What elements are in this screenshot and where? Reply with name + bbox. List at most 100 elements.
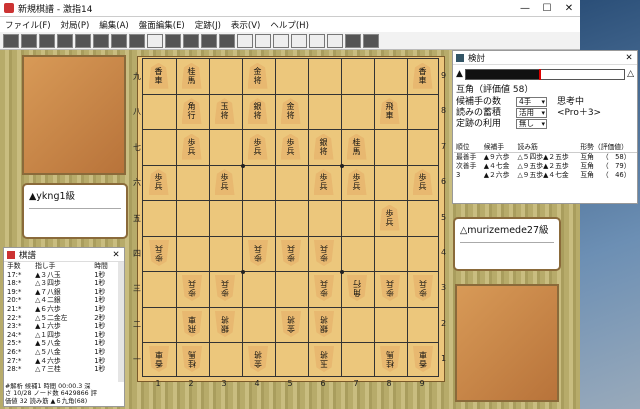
move-number: 17:* <box>7 270 22 279</box>
menu-joseki[interactable]: 定跡(J) <box>190 19 226 31</box>
minimize-button[interactable]: — <box>514 0 536 17</box>
gote-player-name: △murizemede27級 <box>460 225 549 236</box>
evaluation-status: 互角（評価値 58） <box>456 85 534 95</box>
grid-line <box>208 59 210 376</box>
candidate-count-select[interactable]: 4手 <box>516 97 547 107</box>
save-icon[interactable] <box>39 33 55 48</box>
rank-label: 一 <box>133 355 141 365</box>
move-cell: ▲４七金 <box>483 162 510 170</box>
file-label-bottom: 5 <box>287 379 293 388</box>
menu-file[interactable]: ファイル(F) <box>0 19 56 31</box>
tool-icon[interactable] <box>201 33 217 48</box>
table-row[interactable]: 最善手 ▲９六歩 △５四歩▲２五歩 互角 （ 58） <box>454 153 637 163</box>
gote-mark: △ <box>627 69 634 79</box>
candidate-table: 順位 候補手 読み筋 形勢（評価値） 最善手 ▲９六歩 △５四歩▲２五歩 互角（58）… <box>454 143 637 180</box>
kifu-scrollbar[interactable] <box>118 262 124 382</box>
menu-view[interactable]: 表示(V) <box>226 19 265 31</box>
grid-line <box>241 59 243 376</box>
next-icon[interactable] <box>291 33 307 48</box>
kifu-row[interactable]: 27:* ▲４六歩 1秒 <box>6 357 120 366</box>
back-icon[interactable] <box>255 33 271 48</box>
last-move-icon[interactable] <box>327 33 343 48</box>
maximize-button[interactable]: ☐ <box>536 0 558 17</box>
move: △５八金 <box>35 347 61 356</box>
file-label-right: 5 <box>441 212 447 222</box>
grid-line <box>340 59 342 376</box>
paren-cell: （ <box>601 153 609 161</box>
move: ▲６六歩 <box>35 304 61 313</box>
tool-icon[interactable] <box>57 33 73 48</box>
kifu-row[interactable]: 17:* ▲３八玉 1秒 <box>6 271 120 280</box>
kifu-row[interactable]: 22:* △５二金左 2秒 <box>6 314 120 323</box>
grid-line <box>143 129 438 131</box>
tool-icon[interactable] <box>111 33 127 48</box>
tool-icon[interactable] <box>165 33 181 48</box>
star-point <box>339 163 344 168</box>
forward-icon[interactable] <box>309 33 325 48</box>
tool-icon[interactable] <box>93 33 109 48</box>
tool-icon[interactable] <box>75 33 91 48</box>
file-label-right: 9 <box>441 70 447 80</box>
move: ▲３八玉 <box>35 270 61 279</box>
kifu-row[interactable]: 21:* ▲６六歩 1秒 <box>6 305 120 314</box>
tool-icon[interactable] <box>219 33 235 48</box>
kifu-row[interactable]: 23:* ▲１六歩 1秒 <box>6 322 120 331</box>
gote-player-box: △murizemede27級 <box>453 217 561 271</box>
kifu-row[interactable]: 25:* ▲５八金 1秒 <box>6 339 120 348</box>
column-header: 候補手 <box>481 143 516 153</box>
first-move-icon[interactable] <box>237 33 253 48</box>
close-button[interactable]: ✕ <box>558 0 580 17</box>
window-title: 新規棋譜 - 激指14 <box>18 4 93 15</box>
situation-cell: 互角 <box>580 162 594 170</box>
rank-cell: 3 <box>456 171 461 179</box>
flip-board-icon[interactable] <box>345 33 361 48</box>
move-number: 19:* <box>7 287 22 296</box>
tool-icon[interactable] <box>363 33 379 48</box>
column-header: 順位 <box>454 143 482 153</box>
joseki-select[interactable]: 無し <box>516 119 547 129</box>
line-cell: △９五歩▲２五歩 <box>517 162 569 170</box>
file-label-right: 6 <box>441 177 447 187</box>
menu-help[interactable]: ヘルプ(H) <box>265 19 314 31</box>
file-label-bottom: 1 <box>155 379 161 388</box>
menu-edit[interactable]: 編集(A) <box>94 19 133 31</box>
time: 1秒 <box>94 365 106 374</box>
kifu-row[interactable]: 26:* △５八金 1秒 <box>6 348 120 357</box>
move-number: 22:* <box>7 313 22 322</box>
menu-board-edit[interactable]: 盤面編集(E) <box>134 19 190 31</box>
file-label-bottom: 8 <box>386 379 392 388</box>
sente-piece-stand <box>455 284 559 402</box>
paren-cell: （ <box>601 171 609 179</box>
kifu-row[interactable]: 28:* △７三桂 1秒 <box>6 365 120 374</box>
column-header: 形勢（評価値） <box>578 143 637 153</box>
paren-cell: （ <box>601 162 609 170</box>
analysis-status: #解析 候補1 時間 00:00.3 深 さ 10/28 ノード数 642986… <box>5 382 123 405</box>
table-row[interactable]: 3 ▲２六歩 △９五歩▲４七金 互角 （ 46） <box>454 171 637 180</box>
open-icon[interactable] <box>21 33 37 48</box>
file-label-bottom: 2 <box>188 379 194 388</box>
time: 1秒 <box>94 322 106 331</box>
close-icon[interactable]: ✕ <box>108 250 124 260</box>
analysis-icon[interactable] <box>147 33 163 48</box>
tool-icon[interactable] <box>183 33 199 48</box>
new-icon[interactable] <box>3 33 19 48</box>
kifu-row[interactable]: 20:* △４二銀 1秒 <box>6 296 120 305</box>
rank-label: 七 <box>133 142 141 152</box>
accumulation-select[interactable]: 活用 <box>516 108 547 118</box>
file-label-bottom: 9 <box>419 379 425 388</box>
file-label-right: 4 <box>441 247 447 257</box>
close-icon[interactable]: ✕ <box>621 53 637 63</box>
prev-icon[interactable] <box>273 33 289 48</box>
table-row[interactable]: 次善手 ▲４七金 △９五歩▲２五歩 互角 （ 79） <box>454 162 637 171</box>
kifu-row[interactable]: 18:* △３四歩 1秒 <box>6 279 120 288</box>
time: 2秒 <box>94 313 106 322</box>
tool-icon[interactable] <box>129 33 145 48</box>
time: 1秒 <box>94 270 106 279</box>
menu-game[interactable]: 対局(P) <box>56 19 95 31</box>
analysis-title: 検討 <box>468 53 486 64</box>
option-label: 定跡の利用 <box>456 119 502 129</box>
file-label-bottom: 3 <box>221 379 227 388</box>
toolbar <box>0 32 580 50</box>
move: △７三桂 <box>35 365 61 374</box>
evaluation-marker <box>538 68 541 80</box>
